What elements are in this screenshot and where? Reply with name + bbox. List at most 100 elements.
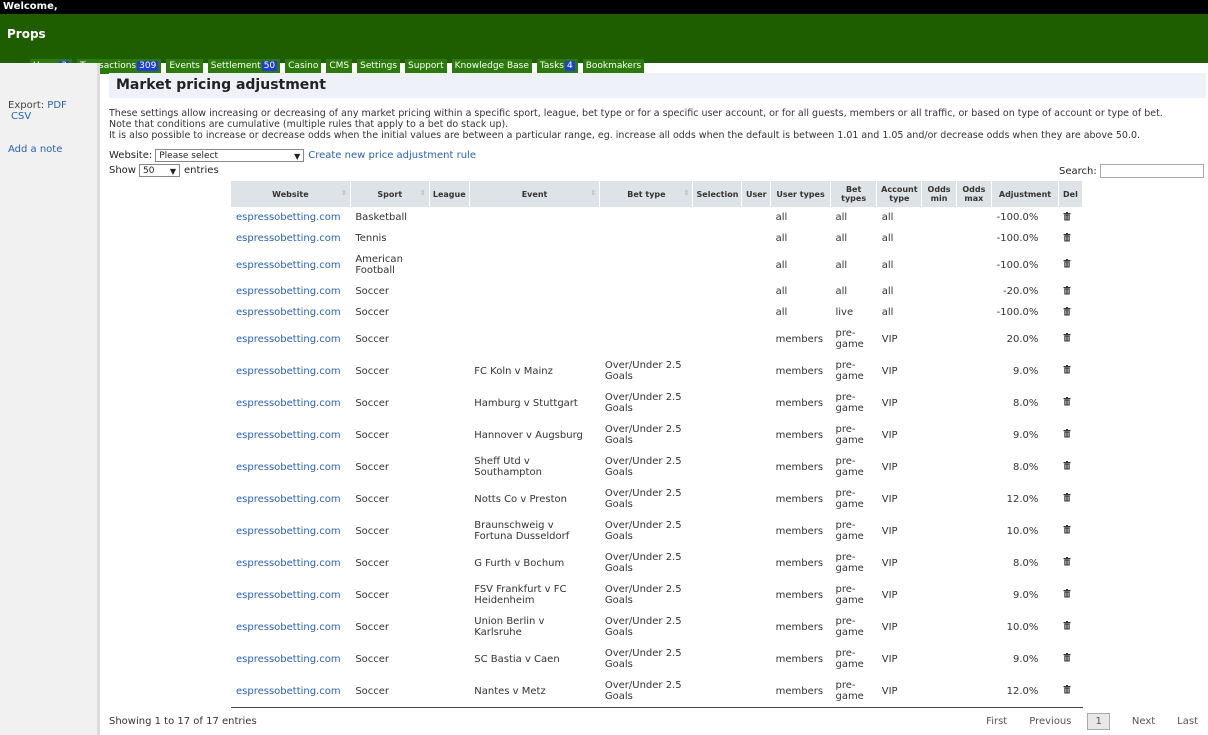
search-input[interactable] [1099,164,1204,178]
first-page-button[interactable]: First [986,716,1007,727]
column-header[interactable]: Selection [692,181,743,207]
website-select[interactable]: Please select ▼ [155,149,305,162]
column-header[interactable]: Adjustment [991,181,1059,207]
trash-icon[interactable] [1063,685,1071,697]
table-cell [429,419,469,451]
column-header[interactable]: Bet type ⇕ [599,181,694,207]
table-cell: Soccer [355,525,390,537]
table-cell [1058,643,1082,675]
export-pdf-link[interactable]: PDF [47,100,66,111]
column-header-label: Account type [881,185,918,203]
website-link[interactable]: espressobetting.com [236,622,341,633]
table-cell [1058,323,1082,355]
table-cell: VIP [881,589,898,601]
table-row: espressobetting.com Soccer SC Bastia v Cae… [231,643,1083,675]
column-header[interactable]: Account type [876,181,923,207]
trash-icon[interactable] [1063,525,1071,537]
website-link[interactable]: espressobetting.com [236,398,341,409]
website-link[interactable]: espressobetting.com [236,366,341,377]
table-cell: all [835,233,848,244]
table-cell [693,419,742,451]
website-link[interactable]: espressobetting.com [236,430,341,441]
table-cell [922,355,956,387]
table-cell: Soccer [355,653,390,665]
create-rule-link[interactable]: Create new price adjustment rule [308,150,476,161]
trash-icon[interactable] [1063,461,1071,473]
nav-item-knowledge-base[interactable]: Knowledge Base [451,59,532,74]
nav-item-label: Knowledge Base [454,61,529,71]
website-link[interactable]: espressobetting.com [236,212,341,223]
previous-page-button[interactable]: Previous [1029,716,1071,727]
column-header[interactable]: Del [1058,181,1084,207]
column-header-label: Bet type [627,189,666,199]
trash-icon[interactable] [1063,285,1071,298]
table-cell: 12.0% [1006,493,1039,505]
table-cell: Over/Under 2.5 Goals [604,488,682,510]
trash-icon[interactable] [1063,621,1071,633]
trash-icon[interactable] [1063,653,1071,665]
website-link[interactable]: espressobetting.com [236,286,341,297]
nav-item-label: Events [169,61,200,71]
trash-icon[interactable] [1063,557,1071,569]
table-cell [742,323,771,355]
column-header[interactable]: Event ⇕ [469,181,601,207]
website-link[interactable]: espressobetting.com [236,307,341,318]
nav-item-events[interactable]: Events [166,59,203,74]
website-link[interactable]: espressobetting.com [236,334,341,345]
column-header[interactable]: League [429,181,470,207]
nav-item-cms[interactable]: CMS [326,59,353,74]
column-header[interactable]: Odds max [956,181,993,207]
website-link[interactable]: espressobetting.com [236,526,341,537]
column-header[interactable]: Sport ⇕ [350,181,430,207]
website-link[interactable]: espressobetting.com [236,462,341,473]
nav-item-bookmakers[interactable]: Bookmakers [582,59,645,74]
nav-item-support[interactable]: Support [405,59,447,74]
current-page-button[interactable]: 1 [1087,713,1110,730]
column-header[interactable]: User types [770,181,831,207]
column-header[interactable]: User [741,181,772,207]
trash-icon[interactable] [1063,211,1071,224]
website-link[interactable]: espressobetting.com [236,260,341,271]
table-cell [693,355,742,387]
trash-icon[interactable] [1063,333,1071,345]
table-cell: pre-game [835,488,864,510]
trash-icon[interactable] [1063,365,1071,377]
nav-item-settlement[interactable]: Settlement 50 [207,59,281,74]
trash-icon[interactable] [1063,429,1071,441]
website-link[interactable]: espressobetting.com [236,494,341,505]
table-cell: espressobetting.com [231,207,350,228]
last-page-button[interactable]: Last [1177,716,1198,727]
nav-item-casino[interactable]: Casino [285,59,322,74]
nav-item-tasks[interactable]: Tasks 4 [536,59,578,74]
trash-icon[interactable] [1063,589,1071,601]
trash-icon[interactable] [1063,232,1071,245]
table-cell: members [775,429,824,441]
website-link[interactable]: espressobetting.com [236,558,341,569]
nav-item-settings[interactable]: Settings [357,59,401,74]
website-link[interactable]: espressobetting.com [236,686,341,697]
entries-select[interactable]: 50 ▼ [138,164,180,177]
website-link[interactable]: espressobetting.com [236,233,341,244]
table-cell [1058,451,1082,483]
add-note-link[interactable]: Add a note [8,144,62,155]
export-csv-link[interactable]: CSV [11,111,31,122]
column-header[interactable]: Bet types [830,181,878,207]
table-cell: VIP [881,429,898,441]
table-cell [600,249,693,281]
column-header[interactable]: Odds min [921,181,957,207]
trash-icon[interactable] [1063,493,1071,505]
table-cell: Soccer [355,429,390,441]
website-link[interactable]: espressobetting.com [236,590,341,601]
table-cell: espressobetting.com [231,387,350,419]
website-link[interactable]: espressobetting.com [236,654,341,665]
table-cell [922,611,956,643]
table-cell: members [775,333,824,345]
table-cell: pre-game [835,552,864,574]
trash-icon[interactable] [1063,259,1071,271]
column-header[interactable]: Website ⇕ [231,181,351,207]
trash-icon[interactable] [1063,397,1071,409]
table-cell: all [775,259,788,271]
table-cell [429,355,469,387]
trash-icon[interactable] [1063,306,1071,319]
next-page-button[interactable]: Next [1132,716,1155,727]
